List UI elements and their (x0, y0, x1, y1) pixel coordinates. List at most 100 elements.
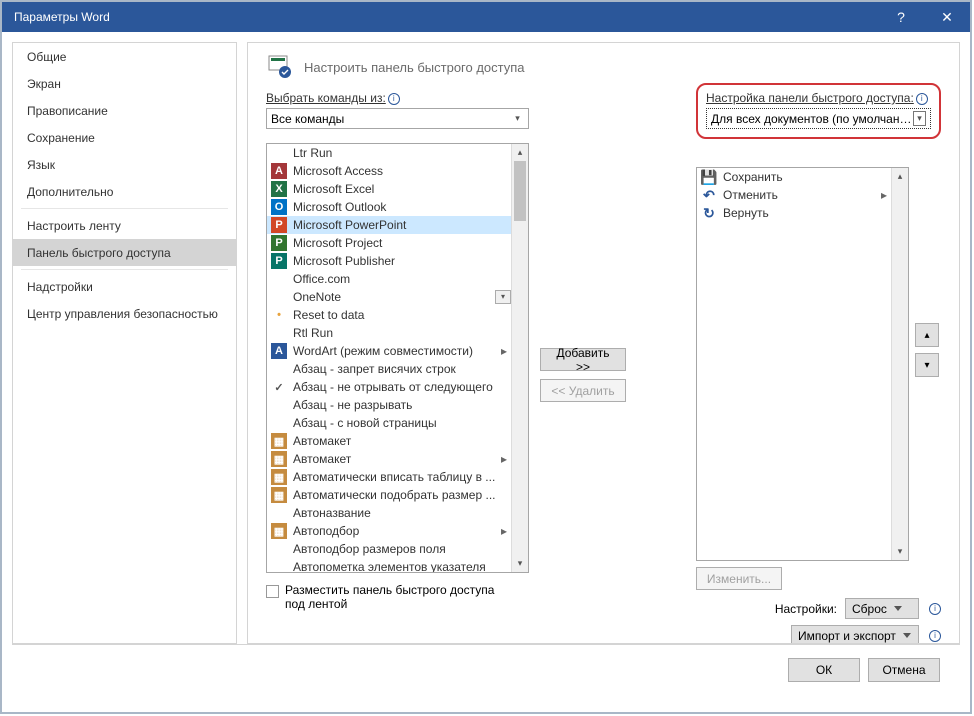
command-item[interactable]: Office.com (267, 270, 511, 288)
sidebar-item[interactable]: Дополнительно (13, 178, 236, 205)
command-item[interactable]: ▦Автоматически вписать таблицу в ... (267, 468, 511, 486)
move-up-button[interactable]: ▴ (915, 323, 939, 347)
command-icon (271, 397, 287, 413)
qat-icon: ↻ (701, 205, 717, 221)
command-item[interactable]: Абзац - не разрывать (267, 396, 511, 414)
sidebar-item[interactable]: Надстройки (13, 273, 236, 300)
command-icon: ▦ (271, 451, 287, 467)
command-label: Абзац - с новой страницы (293, 416, 511, 430)
command-item[interactable]: Rtl Run (267, 324, 511, 342)
cancel-button[interactable]: Отмена (868, 658, 940, 682)
command-item[interactable]: Автопометка элементов указателя (267, 558, 511, 572)
command-label: Microsoft PowerPoint (293, 218, 511, 232)
command-icon (271, 559, 287, 572)
command-label: Абзац - не отрывать от следующего (293, 380, 511, 394)
scroll-up-icon[interactable]: ▴ (512, 144, 528, 161)
command-item[interactable]: • Reset to data (267, 306, 511, 324)
sidebar-item[interactable]: Язык (13, 151, 236, 178)
scroll-down-icon[interactable]: ▾ (892, 543, 908, 560)
command-item[interactable]: Автоназвание (267, 504, 511, 522)
sidebar: ОбщиеЭкранПравописаниеСохранениеЯзыкДопо… (12, 42, 237, 644)
command-item[interactable]: ▦Автоподбор▸ (267, 522, 511, 540)
dialog-footer: ОК Отмена (12, 644, 960, 694)
qat-listbox[interactable]: 💾Сохранить↶Отменить▸↻Вернуть ▴ ▾ (696, 167, 909, 561)
chevron-right-icon: ▸ (501, 452, 507, 466)
command-label: Rtl Run (293, 326, 511, 340)
command-icon: P (271, 253, 287, 269)
command-icon (271, 415, 287, 431)
command-icon: ✓ (271, 379, 287, 395)
scroll-down-icon[interactable]: ▾ (512, 555, 528, 572)
help-button[interactable]: ? (878, 2, 924, 32)
command-item[interactable]: Ltr Run (267, 144, 511, 162)
command-item[interactable]: PMicrosoft Project (267, 234, 511, 252)
command-item[interactable]: Абзац - с новой страницы (267, 414, 511, 432)
choose-commands-dropdown[interactable]: Все команды ▾ (266, 108, 529, 129)
command-item[interactable]: XMicrosoft Excel (267, 180, 511, 198)
command-icon: A (271, 343, 287, 359)
sidebar-item[interactable]: Общие (13, 43, 236, 70)
command-icon (271, 325, 287, 341)
modify-button[interactable]: Изменить... (696, 567, 782, 590)
command-item[interactable]: ▦Автоматически подобрать размер ... (267, 486, 511, 504)
command-icon: A (271, 163, 287, 179)
sidebar-item[interactable]: Экран (13, 70, 236, 97)
import-export-button[interactable]: Импорт и экспорт (791, 625, 919, 644)
command-icon (271, 145, 287, 161)
command-label: Автомакет (293, 452, 495, 466)
command-label: Reset to data (293, 308, 511, 322)
command-icon: • (271, 307, 287, 323)
info-icon: i (929, 603, 941, 615)
command-label: Автоназвание (293, 506, 511, 520)
command-label: Абзац - не разрывать (293, 398, 511, 412)
reset-button[interactable]: Сброс (845, 598, 919, 619)
chevron-down-icon: ▾ (913, 111, 926, 126)
scrollbar[interactable]: ▴ ▾ (511, 144, 528, 572)
command-label: Office.com (293, 272, 511, 286)
sidebar-item[interactable]: Сохранение (13, 124, 236, 151)
ok-button[interactable]: ОК (788, 658, 860, 682)
scrollbar[interactable]: ▴ ▾ (891, 168, 908, 560)
show-below-ribbon-checkbox[interactable] (266, 585, 279, 598)
command-item[interactable]: PMicrosoft Publisher (267, 252, 511, 270)
customize-qat-highlight: Настройка панели быстрого доступа:i Для … (696, 83, 941, 139)
command-item[interactable]: A Microsoft Access (267, 162, 511, 180)
sidebar-item[interactable]: Настроить ленту (13, 212, 236, 239)
qat-item[interactable]: 💾Сохранить (697, 168, 891, 186)
command-item[interactable]: OneNote▾ (267, 288, 511, 306)
commands-listbox[interactable]: Ltr RunAMicrosoft AccessXMicrosoft Excel… (266, 143, 529, 573)
qat-item[interactable]: ↶Отменить▸ (697, 186, 891, 204)
command-label: Microsoft Outlook (293, 200, 511, 214)
command-item[interactable]: AWordArt (режим совместимости)▸ (267, 342, 511, 360)
info-icon: i (916, 93, 928, 105)
command-label: Microsoft Excel (293, 182, 511, 196)
command-item[interactable]: ▦ Автомакет ▸ (267, 450, 511, 468)
command-label: WordArt (режим совместимости) (293, 344, 495, 358)
add-button[interactable]: Добавить >> (540, 348, 626, 371)
sidebar-item[interactable]: Панель быстрого доступа (13, 239, 236, 266)
command-icon (271, 361, 287, 377)
close-button[interactable]: ✕ (924, 2, 970, 32)
command-item[interactable]: Автоподбор размеров поля (267, 540, 511, 558)
chevron-down-icon: ▾ (511, 113, 524, 124)
chevron-right-icon: ▸ (881, 188, 887, 202)
command-label: Автоматически подобрать размер ... (293, 488, 511, 502)
command-item[interactable]: PMicrosoft PowerPoint (267, 216, 511, 234)
command-icon (271, 289, 287, 305)
command-item[interactable]: ▦Автомакет (267, 432, 511, 450)
command-label: Microsoft Access (293, 164, 511, 178)
command-item[interactable]: OMicrosoft Outlook (267, 198, 511, 216)
customize-qat-dropdown[interactable]: Для всех документов (по умолчани... ▾ (706, 108, 931, 129)
remove-button[interactable]: << Удалить (540, 379, 626, 402)
command-item[interactable]: ✓ Абзац - не отрывать от следующего (267, 378, 511, 396)
scroll-up-icon[interactable]: ▴ (892, 168, 908, 185)
command-icon: ▦ (271, 523, 287, 539)
qat-item[interactable]: ↻Вернуть (697, 204, 891, 222)
sidebar-item[interactable]: Правописание (13, 97, 236, 124)
command-icon: P (271, 235, 287, 251)
sidebar-item[interactable]: Центр управления безопасностью (13, 300, 236, 327)
command-item[interactable]: Абзац - запрет висячих строк (267, 360, 511, 378)
submenu-icon: ▾ (495, 290, 511, 304)
move-down-button[interactable]: ▾ (915, 353, 939, 377)
settings-label: Настройки: (775, 602, 837, 616)
